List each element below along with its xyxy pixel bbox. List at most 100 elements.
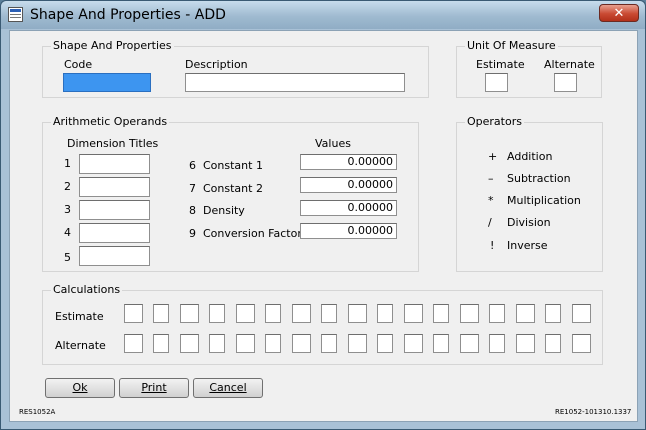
estimate-unit-label: Estimate bbox=[476, 58, 525, 71]
estimate-calculation-cell-12[interactable] bbox=[433, 304, 449, 323]
addition-symbol-icon: + bbox=[488, 150, 498, 163]
density-input[interactable]: 0.00000 bbox=[300, 200, 397, 216]
group-title: Shape And Properties bbox=[51, 39, 174, 52]
constant-2-label: Constant 2 bbox=[203, 182, 263, 195]
version-label: RE1052-101310.1337 bbox=[555, 408, 632, 416]
dimension-title-input-1[interactable] bbox=[79, 154, 150, 174]
multiplication-label: Multiplication bbox=[507, 194, 581, 207]
code-label: Code bbox=[64, 58, 93, 71]
dimension-title-input-5[interactable] bbox=[79, 246, 150, 266]
estimate-calculation-cell-2[interactable] bbox=[153, 304, 169, 323]
estimate-calculation-label: Estimate bbox=[55, 310, 104, 323]
shape-and-properties-group: Shape And Properties Code Description bbox=[42, 39, 429, 98]
division-symbol-icon: / bbox=[488, 216, 492, 229]
dimension-number: 2 bbox=[64, 180, 71, 193]
alternate-calculation-cell-6[interactable] bbox=[265, 334, 281, 353]
constant-2-input[interactable]: 0.00000 bbox=[300, 177, 397, 193]
alternate-calculation-cell-16[interactable] bbox=[545, 334, 561, 353]
alternate-calculation-cell-17[interactable] bbox=[572, 334, 591, 353]
conversion-factor-input[interactable]: 0.00000 bbox=[300, 223, 397, 239]
dimension-number: 1 bbox=[64, 157, 71, 170]
alternate-unit-label: Alternate bbox=[544, 58, 595, 71]
alternate-calculation-cell-3[interactable] bbox=[180, 334, 199, 353]
dialog-client-area: Shape And Properties Code Description Un… bbox=[9, 30, 638, 422]
alternate-calculation-cell-9[interactable] bbox=[348, 334, 367, 353]
estimate-calculation-cell-7[interactable] bbox=[292, 304, 311, 323]
alternate-calculation-cell-2[interactable] bbox=[153, 334, 169, 353]
subtraction-label: Subtraction bbox=[507, 172, 571, 185]
alternate-calculation-cell-14[interactable] bbox=[489, 334, 505, 353]
constant-number: 8 bbox=[189, 204, 196, 217]
dimension-number: 4 bbox=[64, 226, 71, 239]
group-title: Calculations bbox=[51, 283, 123, 296]
ok-button[interactable]: Ok bbox=[45, 378, 115, 398]
unit-of-measure-group: Unit Of Measure Estimate Alternate bbox=[456, 39, 602, 98]
constant-number: 6 bbox=[189, 159, 196, 172]
conversion-factor-label: Conversion Factor bbox=[203, 227, 302, 240]
calculations-group: Calculations Estimate Alternate bbox=[42, 283, 603, 365]
close-button[interactable]: ✕ bbox=[599, 4, 639, 22]
alternate-calculation-cell-15[interactable] bbox=[516, 334, 535, 353]
estimate-calculation-cell-11[interactable] bbox=[404, 304, 423, 323]
dimension-title-input-4[interactable] bbox=[79, 223, 150, 243]
inverse-symbol-icon: ! bbox=[490, 239, 495, 252]
estimate-calculation-cell-10[interactable] bbox=[377, 304, 393, 323]
multiplication-symbol-icon: * bbox=[488, 194, 494, 207]
alternate-calculation-cell-4[interactable] bbox=[209, 334, 225, 353]
inverse-label: Inverse bbox=[507, 239, 548, 252]
group-title: Arithmetic Operands bbox=[51, 115, 170, 128]
alternate-calculation-cell-11[interactable] bbox=[404, 334, 423, 353]
operators-group: Operators + Addition – Subtraction * Mul… bbox=[456, 115, 603, 272]
constant-number: 7 bbox=[189, 182, 196, 195]
print-button[interactable]: Print bbox=[119, 378, 189, 398]
alternate-unit-input[interactable] bbox=[554, 73, 577, 92]
subtraction-symbol-icon: – bbox=[488, 172, 494, 185]
dimension-titles-label: Dimension Titles bbox=[67, 137, 159, 150]
dimension-number: 3 bbox=[64, 203, 71, 216]
alternate-calculation-cell-5[interactable] bbox=[236, 334, 255, 353]
form-id-label: RES1052A bbox=[19, 408, 56, 416]
constant-1-input[interactable]: 0.00000 bbox=[300, 154, 397, 170]
density-label: Density bbox=[203, 204, 245, 217]
alternate-calculation-cell-13[interactable] bbox=[460, 334, 479, 353]
estimate-calculation-cell-4[interactable] bbox=[209, 304, 225, 323]
estimate-calculation-cell-5[interactable] bbox=[236, 304, 255, 323]
dimension-title-input-3[interactable] bbox=[79, 200, 150, 220]
estimate-calculation-cell-17[interactable] bbox=[572, 304, 591, 323]
estimate-calculation-cell-8[interactable] bbox=[321, 304, 337, 323]
cancel-button[interactable]: Cancel bbox=[193, 378, 263, 398]
addition-label: Addition bbox=[507, 150, 553, 163]
group-title: Operators bbox=[465, 115, 524, 128]
alternate-calculation-cell-1[interactable] bbox=[124, 334, 143, 353]
estimate-calculation-cell-16[interactable] bbox=[545, 304, 561, 323]
alternate-calculation-cell-12[interactable] bbox=[433, 334, 449, 353]
app-icon bbox=[8, 7, 23, 22]
alternate-calculation-label: Alternate bbox=[55, 339, 106, 352]
alternate-calculation-cell-10[interactable] bbox=[377, 334, 393, 353]
constant-1-label: Constant 1 bbox=[203, 159, 263, 172]
estimate-calculation-cell-13[interactable] bbox=[460, 304, 479, 323]
group-title: Unit Of Measure bbox=[465, 39, 558, 52]
estimate-calculation-cell-9[interactable] bbox=[348, 304, 367, 323]
description-input[interactable] bbox=[185, 73, 405, 92]
dimension-title-input-2[interactable] bbox=[79, 177, 150, 197]
estimate-calculation-cell-6[interactable] bbox=[265, 304, 281, 323]
division-label: Division bbox=[507, 216, 551, 229]
close-icon: ✕ bbox=[613, 6, 625, 21]
values-label: Values bbox=[315, 137, 351, 150]
dialog-window: Shape And Properties - ADD ✕ Shape And P… bbox=[0, 0, 646, 430]
description-label: Description bbox=[185, 58, 248, 71]
estimate-calculation-cell-15[interactable] bbox=[516, 304, 535, 323]
alternate-calculation-cell-7[interactable] bbox=[292, 334, 311, 353]
estimate-calculation-cell-14[interactable] bbox=[489, 304, 505, 323]
estimate-calculation-cell-3[interactable] bbox=[180, 304, 199, 323]
title-bar[interactable]: Shape And Properties - ADD ✕ bbox=[1, 1, 645, 29]
arithmetic-operands-group: Arithmetic Operands Dimension Titles Val… bbox=[42, 115, 419, 272]
estimate-calculation-cell-1[interactable] bbox=[124, 304, 143, 323]
window-title: Shape And Properties - ADD bbox=[30, 7, 226, 23]
alternate-calculation-cell-8[interactable] bbox=[321, 334, 337, 353]
code-input[interactable] bbox=[63, 73, 151, 92]
dimension-number: 5 bbox=[64, 251, 71, 264]
estimate-unit-input[interactable] bbox=[485, 73, 508, 92]
constant-number: 9 bbox=[189, 227, 196, 240]
